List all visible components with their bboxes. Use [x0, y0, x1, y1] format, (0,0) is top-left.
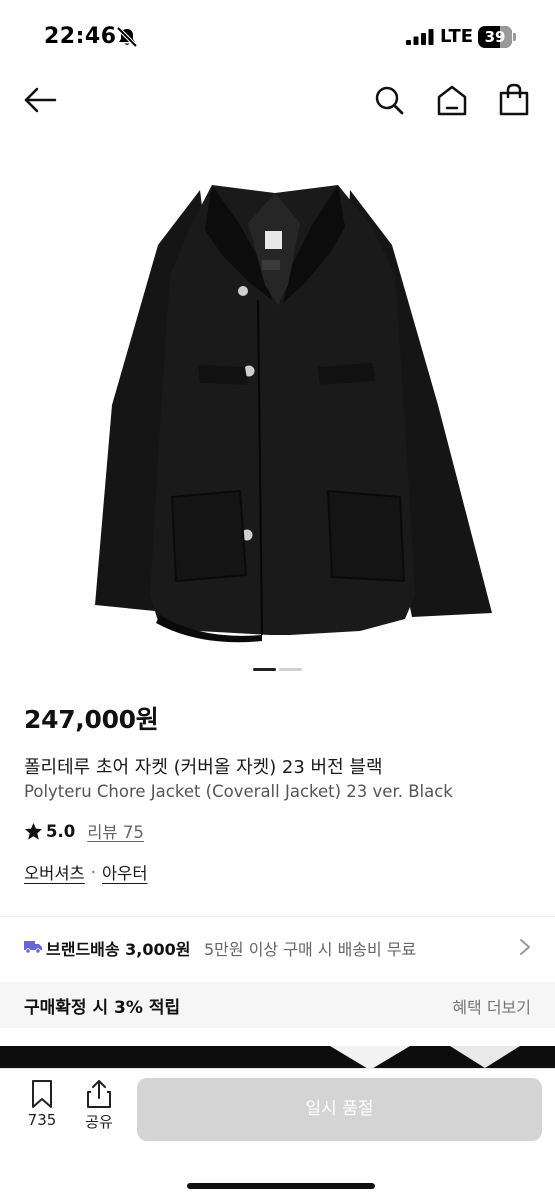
category-link-outer[interactable]: 아우터 [102, 860, 148, 884]
back-button[interactable] [22, 82, 58, 118]
shopping-bag-icon [499, 83, 529, 116]
status-time: 22:46 [44, 24, 117, 49]
jacket-illustration [95, 185, 492, 643]
category-link-overshirt[interactable]: 오버셔츠 [24, 860, 85, 884]
category-breadcrumb: 오버셔츠 · 아우터 [24, 860, 148, 884]
benefits-more-link[interactable]: 혜택 더보기 [452, 994, 531, 1018]
reward-row: 구매확정 시 3% 적립 혜택 더보기 [0, 982, 555, 1028]
carousel-dot[interactable] [279, 668, 302, 671]
product-price: 247,000원 [24, 705, 159, 734]
carousel-indicator [253, 668, 303, 672]
shipping-info-row[interactable]: 브랜드배송 3,000원 5만원 이상 구매 시 배송비 무료 [0, 922, 555, 972]
carousel-dot-active[interactable] [253, 668, 276, 671]
category-separator: · [90, 862, 96, 882]
share-icon [87, 1080, 111, 1108]
save-button[interactable]: 735 [20, 1079, 64, 1129]
home-button[interactable] [434, 82, 470, 118]
bookmark-icon [32, 1080, 52, 1108]
rating-value: 5.0 [46, 821, 76, 841]
reward-text: 구매확정 시 3% 적립 [24, 998, 181, 1018]
product-image[interactable] [0, 135, 555, 655]
cart-button[interactable] [496, 82, 532, 118]
status-bar: 22:46 LTE 39 [0, 0, 555, 70]
search-button[interactable] [371, 82, 407, 118]
star-icon [24, 822, 43, 840]
free-shipping-condition: 5만원 이상 구매 시 배송비 무료 [204, 940, 417, 959]
sold-out-button[interactable]: 일시 품절 [137, 1078, 542, 1141]
battery-indicator: 39 [478, 26, 516, 48]
home-icon [437, 85, 467, 116]
battery-level: 39 [484, 28, 506, 46]
chevron-right-icon [520, 939, 530, 955]
network-label: LTE [440, 26, 474, 47]
bell-slash-icon [116, 27, 138, 47]
shipping-fee: 브랜드배송 3,000원 [46, 940, 191, 959]
section-divider [0, 916, 555, 917]
share-button[interactable]: 공유 [77, 1079, 121, 1132]
signal-icon [406, 29, 434, 45]
save-count: 735 [27, 1111, 57, 1129]
product-title-ko: 폴리테루 초어 자켓 (커버올 자켓) 23 버전 블랙 [24, 757, 383, 778]
product-title-en: Polyteru Chore Jacket (Coverall Jacket) … [24, 782, 453, 801]
truck-icon [24, 941, 42, 954]
back-arrow-icon [24, 87, 57, 113]
review-link[interactable]: 리뷰 75 [87, 819, 144, 843]
search-icon [375, 86, 404, 115]
rating-row: 5.0 리뷰 75 [24, 818, 144, 844]
share-label: 공유 [85, 1113, 113, 1131]
home-indicator [187, 1183, 375, 1189]
top-nav-bar [0, 70, 555, 130]
bottom-action-bar: 735 공유 일시 품절 [0, 1068, 555, 1200]
